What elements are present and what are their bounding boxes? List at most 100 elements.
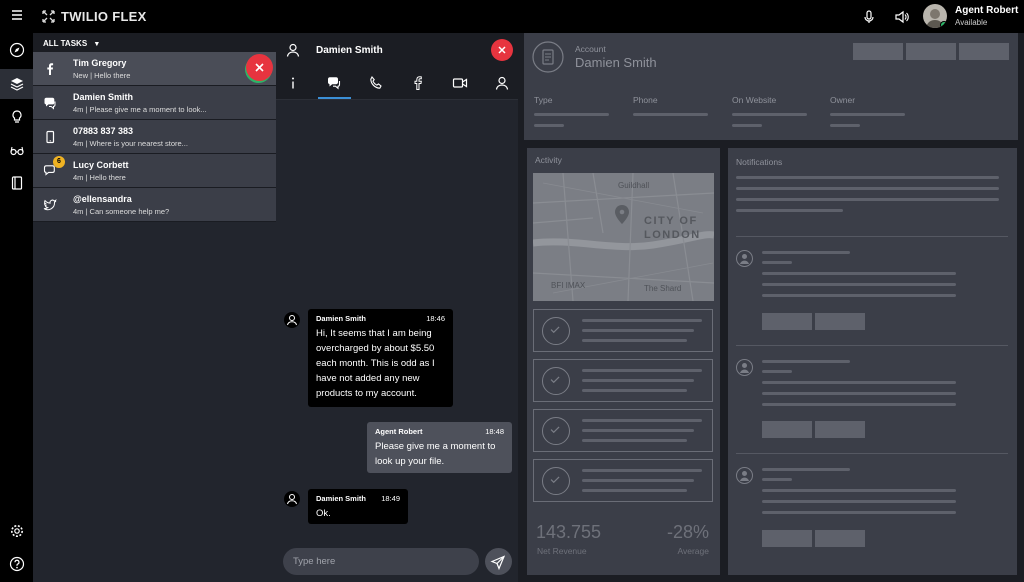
activity-item[interactable]: [533, 359, 713, 402]
task-name: 07883 837 383: [73, 126, 134, 136]
activity-item[interactable]: [533, 409, 713, 452]
available-status-dot: [940, 21, 947, 28]
active-tab-indicator: [318, 97, 351, 99]
crm-panel: Account Damien Smith Type Phone On Websi…: [518, 33, 1024, 582]
tab-facebook[interactable]: [410, 75, 426, 91]
book-icon[interactable]: [9, 175, 25, 191]
tab-phone[interactable]: [368, 75, 384, 91]
agent-status[interactable]: Available: [955, 18, 987, 27]
placeholder-line: [736, 176, 999, 179]
placeholder-line: [762, 272, 956, 275]
app-logo: TWILIO FLEX: [42, 9, 147, 24]
check-circle-icon: [542, 467, 570, 495]
speaker-icon[interactable]: [894, 9, 910, 25]
left-nav-rail: [0, 33, 33, 582]
customer-avatar-icon: [284, 491, 300, 507]
user-avatar-icon: [736, 467, 753, 484]
unread-count-badge: 6: [53, 156, 65, 168]
placeholder-line: [582, 489, 687, 492]
settings-gear-icon[interactable]: [9, 523, 25, 539]
end-conversation-button[interactable]: [491, 39, 513, 61]
account-action-button[interactable]: [853, 43, 903, 60]
placeholder-line: [762, 403, 956, 406]
placeholder-line: [762, 283, 956, 286]
task-item[interactable]: 6 Lucy Corbett 4m | Hello there: [33, 154, 276, 188]
lightbulb-icon[interactable]: [9, 109, 25, 125]
map-label-city: CITY OF: [644, 215, 698, 227]
placeholder-line: [582, 329, 694, 332]
clipboard-icon: [532, 41, 564, 73]
send-button[interactable]: [485, 548, 512, 575]
notification-action-button[interactable]: [762, 421, 812, 438]
placeholder-line: [582, 389, 687, 392]
layers-icon[interactable]: [9, 76, 25, 92]
menu-icon[interactable]: [10, 8, 24, 22]
task-name: Damien Smith: [73, 92, 134, 102]
task-subtitle: 4m | Please give me a moment to look...: [73, 105, 207, 114]
conversation-title: Damien Smith: [316, 45, 383, 56]
placeholder-line: [582, 429, 694, 432]
conversation-header: Damien Smith: [276, 33, 518, 67]
task-item[interactable]: @ellensandra 4m | Can someone help me?: [33, 188, 276, 222]
facebook-icon: [47, 63, 54, 75]
task-filter-dropdown[interactable]: ALL TASKS ▼: [33, 33, 276, 52]
agent-avatar[interactable]: [923, 4, 947, 28]
microphone-icon[interactable]: [861, 9, 877, 25]
divider: [736, 236, 1008, 237]
message-text: Please give me a moment to look up your …: [375, 441, 496, 467]
message-text: Ok.: [316, 508, 331, 519]
map-label-london: LONDON: [644, 229, 701, 241]
conversation-panel: Damien Smith Damien Smith 18:46 Hi, It s…: [276, 33, 518, 582]
reject-task-button[interactable]: [246, 54, 273, 81]
tab-profile[interactable]: [494, 75, 510, 91]
notification-action-button[interactable]: [815, 421, 865, 438]
message-time: 18:49: [381, 494, 400, 503]
placeholder-line: [736, 187, 999, 190]
task-item[interactable]: 07883 837 383 4m | Where is your nearest…: [33, 120, 276, 154]
net-revenue-value: 143.755: [536, 522, 602, 542]
activity-item[interactable]: [533, 309, 713, 352]
field-label-type: Type: [534, 95, 553, 105]
net-revenue-label: Net Revenue: [537, 546, 587, 556]
divider: [736, 345, 1008, 346]
compass-icon[interactable]: [9, 42, 25, 58]
message-input[interactable]: Type here: [283, 548, 479, 575]
average-label: Average: [677, 546, 709, 556]
average-value: -28%: [666, 522, 709, 542]
tab-video[interactable]: [452, 75, 468, 91]
placeholder-line: [582, 319, 702, 322]
chevron-down-icon: ▼: [93, 41, 101, 48]
task-subtitle: New | Hello there: [73, 71, 131, 80]
placeholder-line: [732, 113, 807, 116]
placeholder-line: [736, 209, 843, 212]
account-action-button[interactable]: [906, 43, 956, 60]
person-icon: [286, 43, 300, 57]
account-card: Account Damien Smith Type Phone On Websi…: [524, 33, 1018, 140]
field-label-on-website: On Website: [732, 95, 777, 105]
help-icon[interactable]: [9, 556, 25, 572]
notification-action-button[interactable]: [762, 530, 812, 547]
activity-card: Activity Guildhall CITY OF LONDON BFI IM…: [527, 148, 720, 575]
placeholder-line: [762, 392, 956, 395]
placeholder-line: [732, 124, 762, 127]
task-subtitle: 4m | Can someone help me?: [73, 207, 170, 216]
placeholder-line: [582, 479, 694, 482]
task-subtitle: 4m | Where is your nearest store...: [73, 139, 188, 148]
task-name: @ellensandra: [73, 194, 132, 204]
tab-info[interactable]: [285, 75, 301, 91]
map-view[interactable]: Guildhall CITY OF LONDON BFI IMAX The Sh…: [533, 173, 714, 301]
field-label-phone: Phone: [633, 95, 658, 105]
notification-action-button[interactable]: [762, 313, 812, 330]
notification-action-button[interactable]: [815, 530, 865, 547]
task-filter-label: ALL TASKS: [43, 39, 88, 48]
message-time: 18:48: [485, 427, 504, 436]
glasses-icon[interactable]: [9, 142, 25, 158]
field-label-owner: Owner: [830, 95, 856, 105]
activity-item[interactable]: [533, 459, 713, 502]
notification-action-button[interactable]: [815, 313, 865, 330]
task-item[interactable]: Damien Smith 4m | Please give me a momen…: [33, 86, 276, 120]
account-action-button[interactable]: [959, 43, 1009, 60]
placeholder-line: [762, 511, 956, 514]
tab-chat[interactable]: [326, 75, 342, 91]
task-item[interactable]: Tim Gregory New | Hello there: [33, 52, 276, 86]
